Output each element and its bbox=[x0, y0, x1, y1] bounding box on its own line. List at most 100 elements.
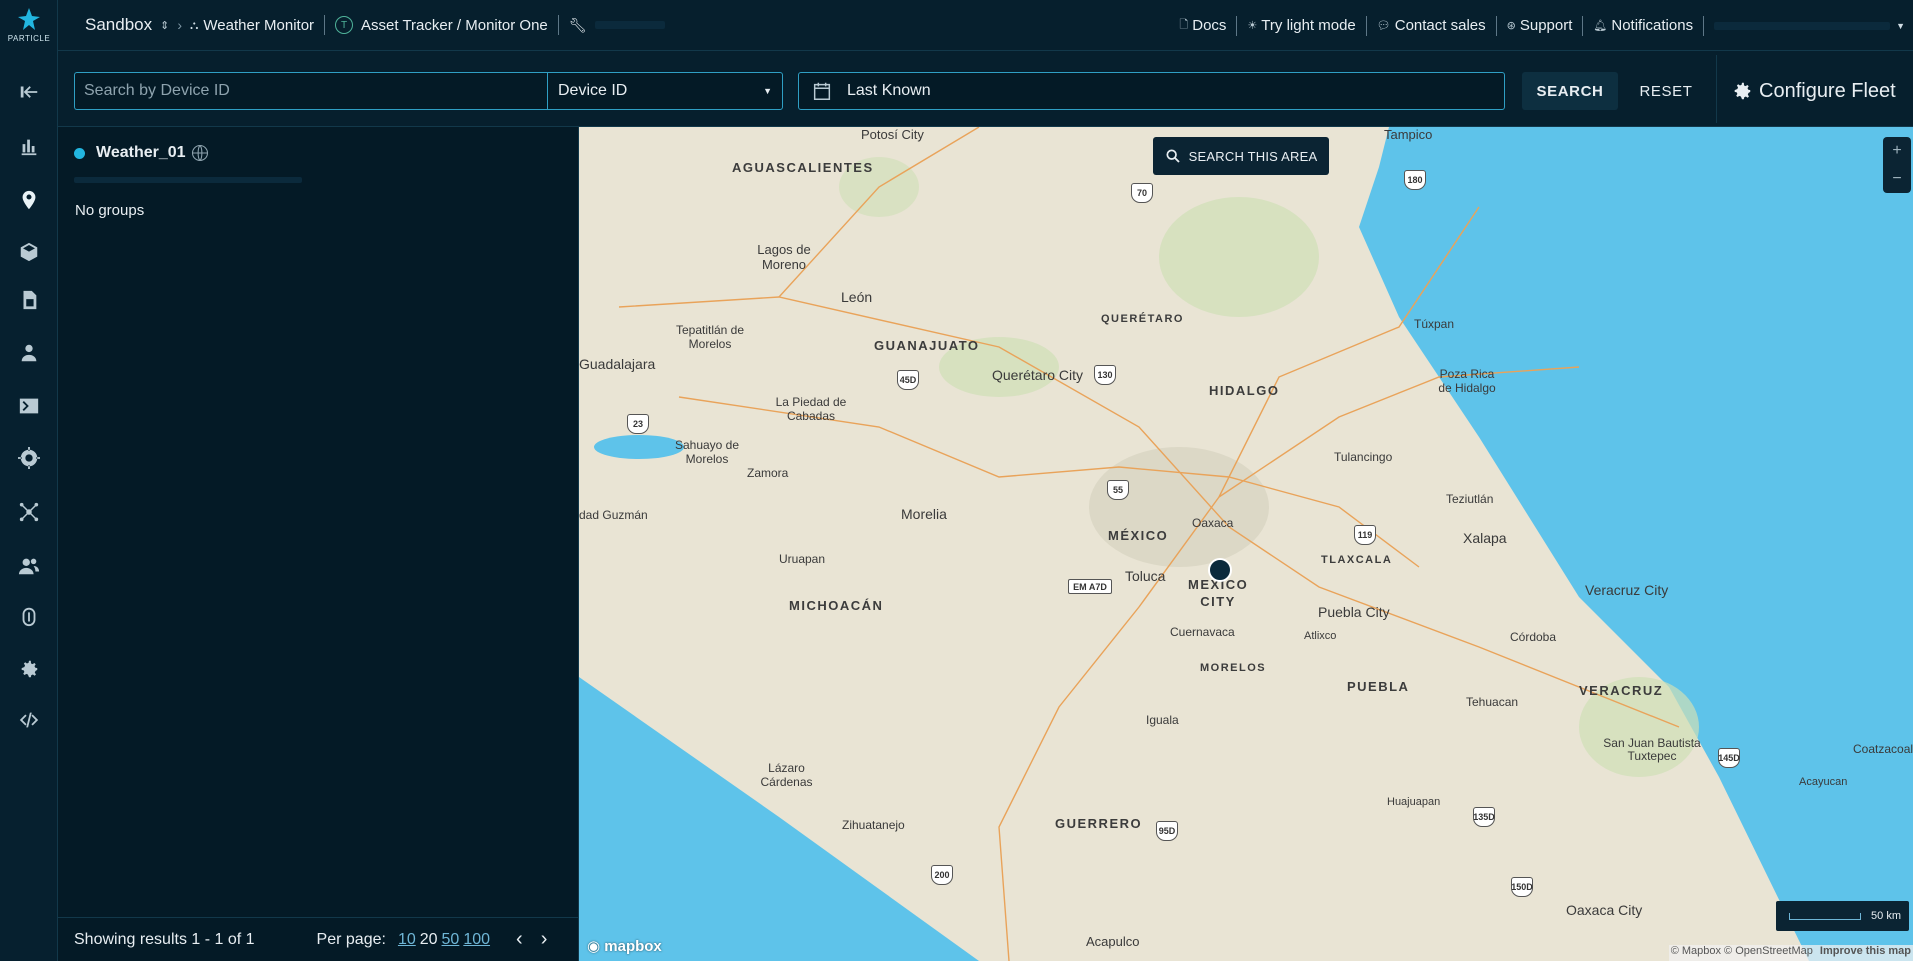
map-label: Poza Rica de Hidalgo bbox=[1438, 367, 1496, 395]
calendar-icon bbox=[813, 82, 831, 100]
highway-shield: 150D bbox=[1511, 877, 1533, 897]
firmware-chip-icon[interactable] bbox=[0, 438, 58, 478]
per-page-50[interactable]: 50 bbox=[442, 931, 460, 949]
online-status-dot bbox=[74, 147, 85, 159]
field-select-value: Device ID bbox=[558, 82, 628, 99]
map-label: Oaxaca City bbox=[1566, 902, 1643, 918]
zoom-in-button[interactable]: + bbox=[1892, 142, 1901, 160]
support-link[interactable]: ⊛ Support bbox=[1507, 17, 1573, 34]
org-switcher[interactable]: Sandbox ⇕ bbox=[85, 15, 169, 35]
map-label: dad Guzmán bbox=[579, 508, 648, 522]
device-name: Weather_01 bbox=[96, 144, 186, 161]
platform-breadcrumb[interactable]: T Asset Tracker / Monitor One bbox=[335, 16, 548, 34]
scale-label: 50 km bbox=[1871, 910, 1901, 922]
gear-icon[interactable] bbox=[0, 649, 58, 689]
device-item[interactable]: Weather_01 bbox=[74, 143, 210, 163]
chart-icon[interactable] bbox=[0, 126, 58, 166]
map-label: GUANAJUATO bbox=[874, 338, 980, 353]
prev-page-icon[interactable]: ‹ bbox=[516, 928, 523, 951]
divider bbox=[1495, 15, 1497, 36]
particle-logo[interactable]: PARTICLE bbox=[0, 8, 58, 54]
wrench-icon[interactable]: 🔧︎ bbox=[569, 17, 587, 34]
sim-card-icon[interactable] bbox=[0, 280, 58, 320]
location-pin-icon[interactable] bbox=[0, 180, 58, 220]
highway-shield: EM A7D bbox=[1068, 579, 1112, 594]
next-page-icon[interactable]: › bbox=[541, 928, 548, 951]
device-map-marker[interactable] bbox=[1208, 558, 1232, 582]
map-label: VERACRUZ bbox=[1579, 683, 1664, 698]
map-label: San Juan Bautista Tuxtepec bbox=[1603, 736, 1701, 763]
search-button[interactable]: SEARCH bbox=[1522, 72, 1618, 110]
divider bbox=[1582, 15, 1584, 36]
map-view[interactable]: Potosí City AGUASCALIENTES Tampico Lagos… bbox=[579, 127, 1913, 961]
lifebuoy-icon: ⊛ bbox=[1506, 20, 1516, 32]
caret-down-icon[interactable]: ▼ bbox=[1896, 21, 1905, 31]
highway-shield: 130 bbox=[1094, 365, 1116, 385]
contact-sales-link[interactable]: 💬︎ Contact sales bbox=[1377, 17, 1486, 34]
left-nav: PARTICLE bbox=[0, 0, 58, 961]
improve-map-link[interactable]: Improve this map bbox=[1820, 945, 1911, 957]
light-mode-label: Try light mode bbox=[1261, 17, 1356, 34]
date-range-picker[interactable]: Last Known bbox=[798, 72, 1505, 110]
search-bar: Device ID ▼ Last Known SEARCH RESET Conf… bbox=[58, 51, 1913, 127]
map-scale: 50 km bbox=[1776, 901, 1909, 931]
contact-label: Contact sales bbox=[1394, 17, 1486, 34]
document-icon: 🗋 bbox=[1179, 19, 1189, 31]
highway-shield: 70 bbox=[1131, 183, 1153, 203]
map-label: QUERÉTARO bbox=[1101, 313, 1184, 325]
per-page-label: Per page: bbox=[316, 930, 386, 948]
map-label: HIDALGO bbox=[1209, 383, 1280, 398]
fingerprint-icon[interactable] bbox=[0, 596, 58, 636]
docs-link[interactable]: 🗋 Docs bbox=[1179, 16, 1226, 35]
cube-icon[interactable] bbox=[0, 232, 58, 272]
attribution-text[interactable]: © Mapbox © OpenStreetMap bbox=[1671, 945, 1813, 957]
highway-shield: 45D bbox=[897, 370, 919, 390]
map-label: Iguala bbox=[1146, 713, 1179, 727]
map-label: Teziutlán bbox=[1446, 492, 1494, 506]
reset-button[interactable]: RESET bbox=[1628, 72, 1704, 110]
field-select[interactable]: Device ID ▼ bbox=[547, 72, 783, 110]
per-page-20[interactable]: 20 bbox=[420, 931, 438, 949]
map-label: Cuernavaca bbox=[1170, 625, 1235, 639]
map-label: Lázaro Cárdenas bbox=[760, 761, 813, 789]
mapbox-icon: ◉ bbox=[587, 938, 601, 955]
person-icon[interactable] bbox=[0, 333, 58, 373]
highway-shield: 55 bbox=[1107, 480, 1129, 500]
map-label: Córdoba bbox=[1510, 630, 1557, 644]
map-label: Acapulco bbox=[1086, 934, 1140, 949]
map-label: Toluca bbox=[1125, 568, 1166, 584]
return-icon[interactable] bbox=[0, 72, 58, 112]
map-label: Zamora bbox=[747, 466, 789, 480]
map-label: Oaxaca bbox=[1192, 516, 1234, 530]
device-search-input[interactable] bbox=[74, 72, 548, 110]
per-page-100[interactable]: 100 bbox=[463, 931, 490, 949]
divider bbox=[1716, 55, 1717, 123]
search-this-area-button[interactable]: SEARCH THIS AREA bbox=[1153, 137, 1329, 175]
map-label: Tulancingo bbox=[1334, 450, 1393, 464]
user-menu-placeholder[interactable] bbox=[1714, 21, 1891, 30]
highway-shield: 135D bbox=[1473, 807, 1495, 827]
per-page-10[interactable]: 10 bbox=[398, 931, 416, 949]
highway-shield: 200 bbox=[931, 865, 953, 885]
product-breadcrumb[interactable]: ⛬ Weather Monitor bbox=[190, 17, 314, 34]
mapbox-logo[interactable]: ◉ mapbox bbox=[587, 937, 662, 955]
map-label: Veracruz City bbox=[1585, 582, 1669, 598]
configure-fleet-button[interactable]: Configure Fleet bbox=[1731, 72, 1896, 110]
map-label: Acayucan bbox=[1799, 776, 1848, 788]
notifications-link[interactable]: 🔔︎ Notifications bbox=[1593, 17, 1693, 34]
highway-shield: 145D bbox=[1718, 748, 1740, 768]
map-label: Zihuatanejo bbox=[842, 818, 905, 832]
date-value: Last Known bbox=[847, 82, 931, 99]
product-icon: ⛬ bbox=[190, 17, 199, 32]
scale-bar bbox=[1789, 912, 1862, 920]
light-mode-link[interactable]: ☀ Try light mode bbox=[1247, 17, 1355, 34]
network-icon[interactable] bbox=[0, 492, 58, 532]
map-label: TLAXCALA bbox=[1321, 554, 1393, 566]
docs-label: Docs bbox=[1192, 17, 1227, 34]
code-icon[interactable] bbox=[0, 700, 58, 740]
zoom-out-button[interactable]: − bbox=[1892, 170, 1901, 188]
team-icon[interactable] bbox=[0, 546, 58, 586]
globe-icon bbox=[191, 144, 208, 162]
terminal-icon[interactable] bbox=[0, 386, 58, 426]
map-label: Túxpan bbox=[1414, 317, 1455, 331]
